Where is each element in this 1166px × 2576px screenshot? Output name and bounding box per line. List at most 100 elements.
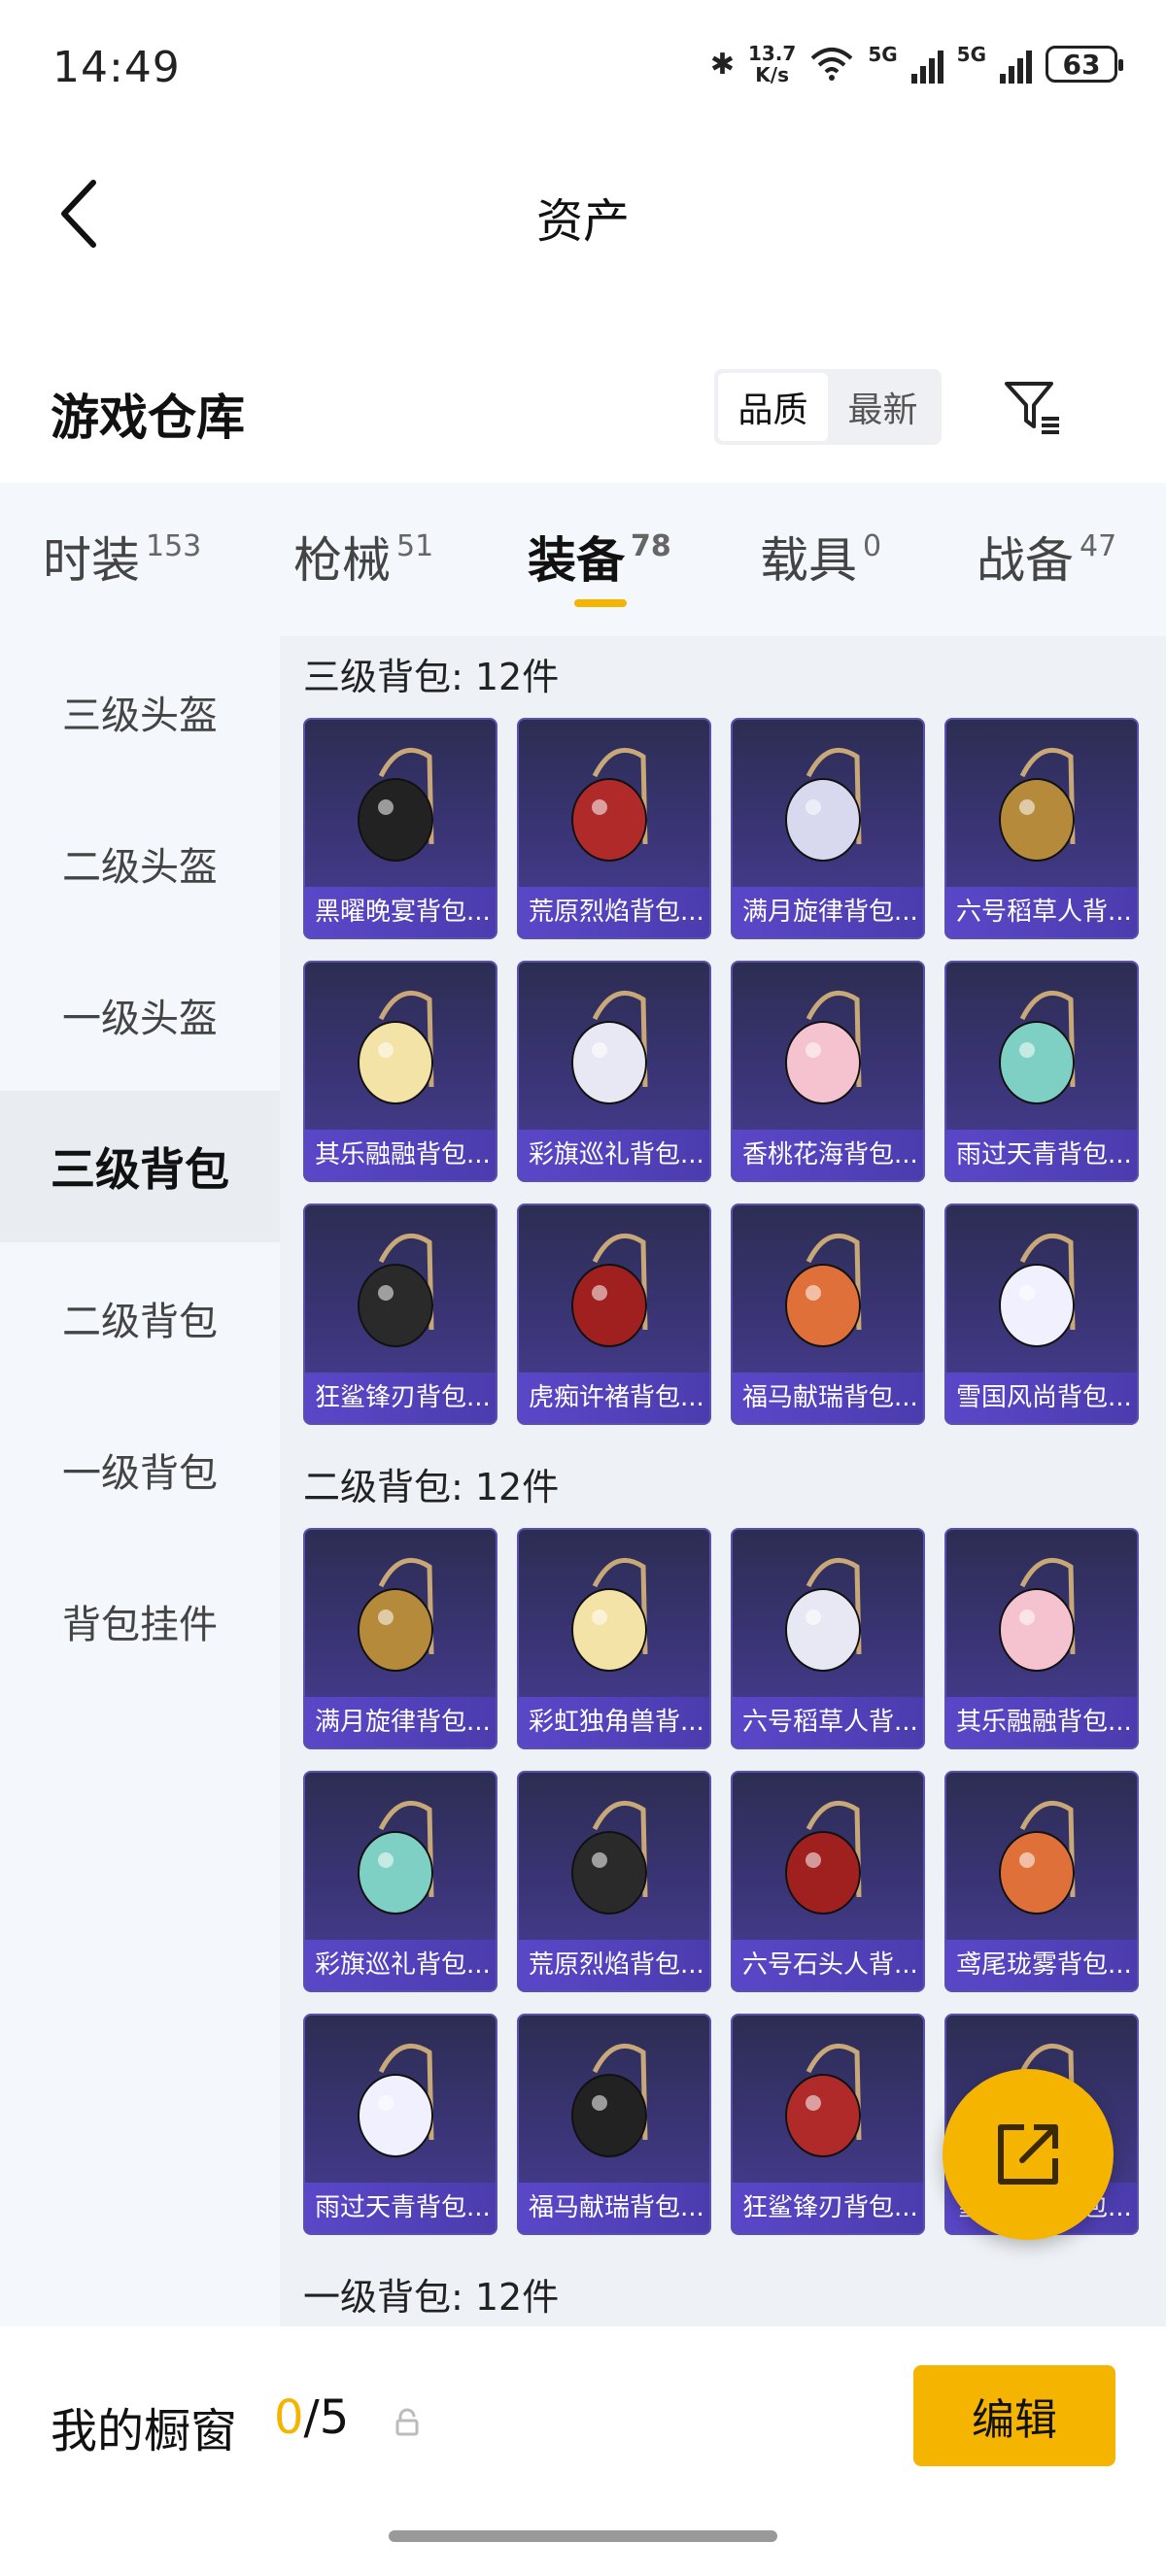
- item-card[interactable]: 福马献瑞背包...: [517, 2014, 711, 2235]
- share-button[interactable]: [943, 2069, 1114, 2240]
- item-card-label: 福马献瑞背包...: [733, 1373, 923, 1423]
- sidebar-item-backpack-1[interactable]: 一级背包: [0, 1394, 280, 1545]
- home-indicator[interactable]: [389, 2530, 777, 2542]
- sidebar-item-helmet-3[interactable]: 三级头盔: [0, 636, 280, 788]
- backpack-icon: [946, 720, 1137, 891]
- category-tabs: 时装 153 枪械 51 装备 78 载具 0 战备 47: [0, 483, 1166, 636]
- backpack-icon: [305, 963, 496, 1134]
- signal-icon-1: [910, 45, 943, 84]
- item-card[interactable]: 福马献瑞背包...: [731, 1203, 925, 1425]
- item-card-label: 其乐融融背包...: [946, 1697, 1137, 1747]
- tab-supplies[interactable]: 战备 47: [977, 522, 1116, 592]
- sidebar-item-helmet-2[interactable]: 二级头盔: [0, 788, 280, 939]
- tab-label: 战备: [977, 532, 1074, 589]
- backpack-icon: [519, 963, 709, 1134]
- sidebar-item-backpack-3[interactable]: 三级背包: [0, 1091, 280, 1242]
- item-card-label: 荒原烈焰背包...: [519, 1940, 709, 1990]
- item-card[interactable]: 彩旗巡礼背包...: [517, 961, 711, 1182]
- item-card-label: 雨过天青背包...: [305, 2183, 496, 2233]
- sort-quality-button[interactable]: 品质: [718, 373, 828, 441]
- backpack-icon: [733, 1773, 923, 1944]
- filter-button[interactable]: [996, 371, 1068, 443]
- backpack-icon: [519, 1205, 709, 1376]
- backpack-icon: [305, 1530, 496, 1701]
- network-type-2: 5G: [956, 43, 986, 66]
- backpack-icon: [519, 720, 709, 891]
- sort-latest-button[interactable]: 最新: [828, 373, 938, 441]
- item-card[interactable]: 其乐融融背包...: [944, 1528, 1139, 1749]
- item-card[interactable]: 六号稻草人背...: [944, 718, 1139, 939]
- status-icons: ✱ 13.7 K/s 5G 5G 63: [709, 42, 1123, 86]
- tab-count: 51: [396, 529, 434, 563]
- group-title: 三级背包: 12件: [303, 656, 560, 698]
- item-card[interactable]: 狂鲨锋刃背包...: [731, 2014, 925, 2235]
- backpack-icon: [733, 2016, 923, 2186]
- item-card[interactable]: 满月旋律背包...: [731, 718, 925, 939]
- sidebar-item-helmet-1[interactable]: 一级头盔: [0, 939, 280, 1091]
- item-card-label: 狂鲨锋刃背包...: [733, 2183, 923, 2233]
- item-card[interactable]: 鸢尾珑雾背包...: [944, 1771, 1139, 1992]
- tab-count: 47: [1080, 529, 1117, 563]
- item-card-label: 雪国风尚背包...: [946, 1373, 1137, 1423]
- tab-count: 153: [146, 529, 202, 563]
- tab-count: 0: [863, 529, 882, 563]
- status-time: 14:49: [52, 43, 181, 92]
- lock-icon: [395, 2408, 419, 2436]
- tab-fashion[interactable]: 时装 153: [43, 522, 201, 592]
- bluetooth-icon: ✱: [709, 47, 735, 82]
- sidebar-item-backpack-charm[interactable]: 背包挂件: [0, 1545, 280, 1697]
- backpack-icon: [946, 1773, 1137, 1944]
- item-card-label: 香桃花海背包...: [733, 1130, 923, 1180]
- item-card[interactable]: 六号石头人背...: [731, 1771, 925, 1992]
- item-card[interactable]: 雨过天青背包...: [303, 2014, 497, 2235]
- item-card-label: 虎痴许褚背包...: [519, 1373, 709, 1423]
- net-speed-value: 13.7: [747, 42, 797, 65]
- item-card-label: 彩旗巡礼背包...: [519, 1130, 709, 1180]
- tab-firearms[interactable]: 枪械 51: [293, 522, 433, 592]
- item-card-label: 鸢尾珑雾背包...: [946, 1940, 1137, 1990]
- showcase-label: 我的橱窗: [51, 2404, 238, 2458]
- item-card-label: 彩虹独角兽背...: [519, 1697, 709, 1747]
- sidebar-item-backpack-2[interactable]: 二级背包: [0, 1242, 280, 1394]
- item-card[interactable]: 虎痴许褚背包...: [517, 1203, 711, 1425]
- item-card[interactable]: 满月旋律背包...: [303, 1528, 497, 1749]
- tab-label: 载具: [760, 532, 857, 589]
- item-card[interactable]: 荒原烈焰背包...: [517, 718, 711, 939]
- backpack-icon: [305, 720, 496, 891]
- battery-icon: 63: [1046, 46, 1123, 83]
- backpack-icon: [305, 1773, 496, 1944]
- tab-indicator: [574, 599, 627, 607]
- backpack-icon: [519, 2016, 709, 2186]
- net-speed-unit: K/s: [755, 63, 789, 86]
- item-card[interactable]: 其乐融融背包...: [303, 961, 497, 1182]
- signal-icon-2: [1000, 45, 1032, 84]
- backpack-icon: [946, 1205, 1137, 1376]
- edit-button[interactable]: 编辑: [913, 2365, 1115, 2466]
- item-card[interactable]: 六号稻草人背...: [731, 1528, 925, 1749]
- group-title: 二级背包: 12件: [303, 1466, 560, 1508]
- tab-vehicles[interactable]: 载具 0: [760, 522, 881, 592]
- item-card[interactable]: 荒原烈焰背包...: [517, 1771, 711, 1992]
- status-bar: 14:49 ✱ 13.7 K/s 5G 5G 63: [0, 0, 1166, 146]
- tab-label: 枪械: [293, 532, 391, 589]
- item-card[interactable]: 狂鲨锋刃背包...: [303, 1203, 497, 1425]
- item-card-label: 彩旗巡礼背包...: [305, 1940, 496, 1990]
- wifi-icon: [810, 48, 853, 81]
- filter-icon: [1005, 382, 1059, 434]
- item-card[interactable]: 雪国风尚背包...: [944, 1203, 1139, 1425]
- item-card-label: 福马献瑞背包...: [519, 2183, 709, 2233]
- item-card-label: 雨过天青背包...: [946, 1130, 1137, 1180]
- item-card-label: 满月旋律背包...: [305, 1697, 496, 1747]
- tab-equipment[interactable]: 装备 78: [528, 522, 671, 592]
- backpack-icon: [519, 1530, 709, 1701]
- backpack-icon: [305, 2016, 496, 2186]
- item-card[interactable]: 雨过天青背包...: [944, 961, 1139, 1182]
- section-title: 游戏仓库: [51, 390, 245, 446]
- item-card[interactable]: 彩旗巡礼背包...: [303, 1771, 497, 1992]
- backpack-icon: [733, 963, 923, 1134]
- item-card[interactable]: 黑曜晚宴背包...: [303, 718, 497, 939]
- item-card[interactable]: 香桃花海背包...: [731, 961, 925, 1182]
- backpack-icon: [733, 720, 923, 891]
- backpack-icon: [946, 1530, 1137, 1701]
- item-card[interactable]: 彩虹独角兽背...: [517, 1528, 711, 1749]
